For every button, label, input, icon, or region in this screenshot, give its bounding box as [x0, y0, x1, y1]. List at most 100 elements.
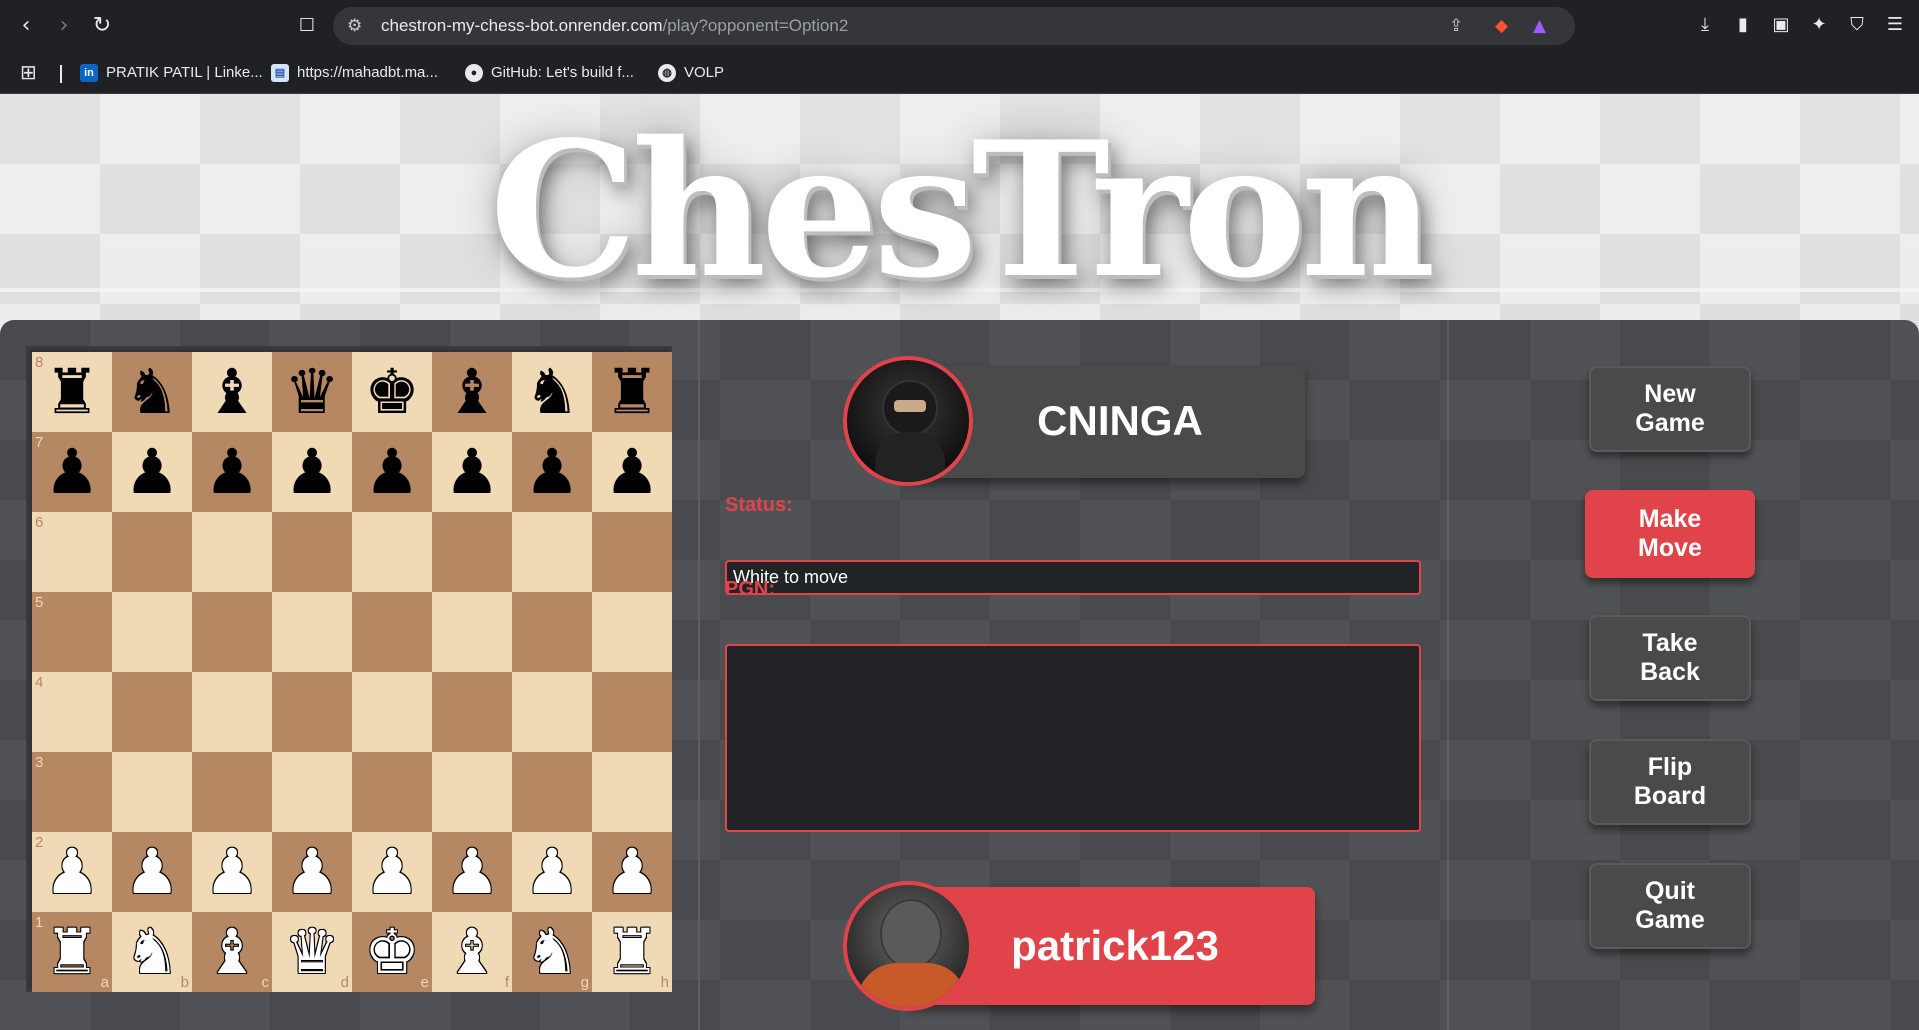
black-pawn-icon[interactable]: ♟ [44, 432, 100, 512]
black-king-icon[interactable]: ♚ [364, 352, 420, 432]
square-g6[interactable] [512, 512, 592, 592]
take-back-button[interactable]: Take Back [1589, 615, 1751, 701]
address-bar[interactable]: ⚙ chestron-my-chess-bot.onrender.com/pla… [333, 7, 1575, 45]
square-f8[interactable]: ♝ [432, 352, 512, 432]
black-knight-icon[interactable]: ♞ [124, 352, 180, 432]
brave-shields-icon[interactable]: ◆ [1495, 16, 1508, 36]
share-icon[interactable]: ⇪ [1449, 16, 1463, 36]
white-pawn-icon[interactable]: ♟ [124, 832, 180, 912]
square-a3[interactable]: 3 [32, 752, 112, 832]
black-pawn-icon[interactable]: ♟ [604, 432, 660, 512]
square-f1[interactable]: f ♝ [432, 912, 512, 992]
white-pawn-icon[interactable]: ♟ [204, 832, 260, 912]
square-b5[interactable] [112, 592, 192, 672]
black-pawn-icon[interactable]: ♟ [364, 432, 420, 512]
square-a5[interactable]: 5 [32, 592, 112, 672]
square-c3[interactable] [192, 752, 272, 832]
square-a1[interactable]: 1 a ♜ [32, 912, 112, 992]
white-bishop-icon[interactable]: ♝ [444, 912, 500, 992]
download-icon[interactable]: ⤓ [1692, 12, 1718, 38]
square-b3[interactable] [112, 752, 192, 832]
white-rook-icon[interactable]: ♜ [44, 912, 100, 992]
square-f2[interactable]: ♟ [432, 832, 512, 912]
back-icon[interactable]: ‹ [12, 12, 40, 40]
square-e5[interactable] [352, 592, 432, 672]
square-f5[interactable] [432, 592, 512, 672]
black-pawn-icon[interactable]: ♟ [284, 432, 340, 512]
white-pawn-icon[interactable]: ♟ [364, 832, 420, 912]
square-d7[interactable]: ♟ [272, 432, 352, 512]
wallet-icon[interactable]: ▣ [1768, 12, 1794, 38]
square-c7[interactable]: ♟ [192, 432, 272, 512]
square-h3[interactable] [592, 752, 672, 832]
white-king-icon[interactable]: ♚ [364, 912, 420, 992]
square-d4[interactable] [272, 672, 352, 752]
square-d3[interactable] [272, 752, 352, 832]
leo-ai-icon[interactable]: ✦ [1806, 12, 1832, 38]
square-h6[interactable] [592, 512, 672, 592]
square-b2[interactable]: ♟ [112, 832, 192, 912]
square-d6[interactable] [272, 512, 352, 592]
square-d5[interactable] [272, 592, 352, 672]
square-g3[interactable] [512, 752, 592, 832]
white-rook-icon[interactable]: ♜ [604, 912, 660, 992]
sidebar-icon[interactable]: ▮ [1730, 12, 1756, 38]
black-rook-icon[interactable]: ♜ [44, 352, 100, 432]
black-queen-icon[interactable]: ♛ [284, 352, 340, 432]
square-b6[interactable] [112, 512, 192, 592]
site-settings-icon[interactable]: ⚙ [347, 16, 362, 36]
square-c2[interactable]: ♟ [192, 832, 272, 912]
black-rook-icon[interactable]: ♜ [604, 352, 660, 432]
square-f7[interactable]: ♟ [432, 432, 512, 512]
bookmark-mahadbt[interactable]: ▤ https://mahadbt.ma... [271, 62, 438, 84]
square-a8[interactable]: 8 ♜ [32, 352, 112, 432]
black-pawn-icon[interactable]: ♟ [524, 432, 580, 512]
square-h8[interactable]: ♜ [592, 352, 672, 432]
white-knight-icon[interactable]: ♞ [524, 912, 580, 992]
white-pawn-icon[interactable]: ♟ [524, 832, 580, 912]
pgn-field[interactable] [725, 644, 1421, 832]
make-move-button[interactable]: Make Move [1585, 490, 1755, 578]
square-e6[interactable] [352, 512, 432, 592]
square-d1[interactable]: d ♛ [272, 912, 352, 992]
forward-icon[interactable]: › [50, 12, 78, 40]
white-knight-icon[interactable]: ♞ [124, 912, 180, 992]
square-g8[interactable]: ♞ [512, 352, 592, 432]
quit-game-button[interactable]: Quit Game [1589, 863, 1751, 949]
square-h5[interactable] [592, 592, 672, 672]
square-e1[interactable]: e ♚ [352, 912, 432, 992]
black-knight-icon[interactable]: ♞ [524, 352, 580, 432]
square-g5[interactable] [512, 592, 592, 672]
square-c8[interactable]: ♝ [192, 352, 272, 432]
white-pawn-icon[interactable]: ♟ [284, 832, 340, 912]
square-c1[interactable]: c ♝ [192, 912, 272, 992]
square-b7[interactable]: ♟ [112, 432, 192, 512]
square-g1[interactable]: g ♞ [512, 912, 592, 992]
square-d2[interactable]: ♟ [272, 832, 352, 912]
white-bishop-icon[interactable]: ♝ [204, 912, 260, 992]
menu-icon[interactable]: ☰ [1882, 12, 1908, 38]
square-e2[interactable]: ♟ [352, 832, 432, 912]
white-queen-icon[interactable]: ♛ [284, 912, 340, 992]
bookmark-volp[interactable]: ◍ VOLP [658, 62, 724, 84]
square-b8[interactable]: ♞ [112, 352, 192, 432]
apps-icon[interactable]: ⊞ [20, 62, 37, 84]
square-b1[interactable]: b ♞ [112, 912, 192, 992]
square-f3[interactable] [432, 752, 512, 832]
square-c5[interactable] [192, 592, 272, 672]
square-e8[interactable]: ♚ [352, 352, 432, 432]
square-h4[interactable] [592, 672, 672, 752]
vpn-icon[interactable]: ⛉ [1844, 12, 1870, 38]
square-e4[interactable] [352, 672, 432, 752]
bookmark-github[interactable]: ● GitHub: Let's build f... [465, 62, 634, 84]
square-f6[interactable] [432, 512, 512, 592]
square-a6[interactable]: 6 [32, 512, 112, 592]
brave-rewards-icon[interactable]: ▲ [1533, 16, 1546, 36]
black-pawn-icon[interactable]: ♟ [444, 432, 500, 512]
square-f4[interactable] [432, 672, 512, 752]
square-h1[interactable]: h ♜ [592, 912, 672, 992]
black-bishop-icon[interactable]: ♝ [444, 352, 500, 432]
square-d8[interactable]: ♛ [272, 352, 352, 432]
white-pawn-icon[interactable]: ♟ [444, 832, 500, 912]
square-a4[interactable]: 4 [32, 672, 112, 752]
